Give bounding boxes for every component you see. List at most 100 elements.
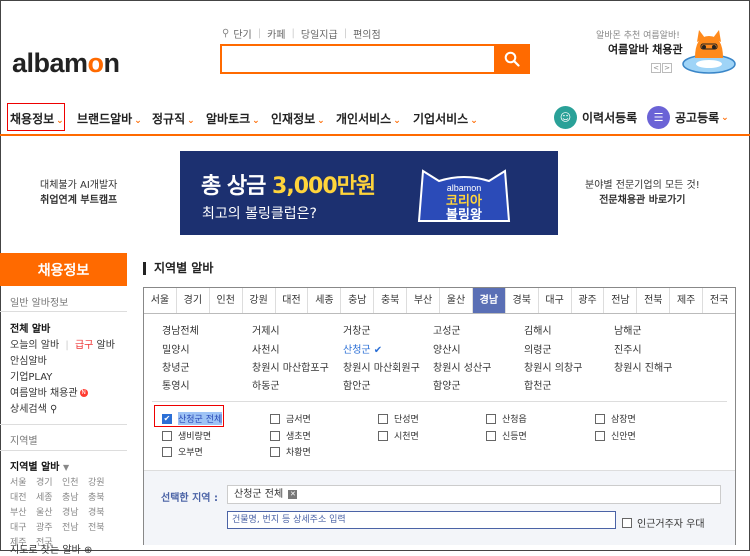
town-checkbox[interactable]: 차황면	[270, 445, 311, 458]
ad-left[interactable]: 대체불가 AI개발자 취업연계 부트캠프	[40, 178, 117, 208]
quick-link[interactable]: 카페	[267, 26, 285, 41]
job-post-button[interactable]: ☰ 공고등록 ⌄	[647, 106, 729, 129]
nav-item-business[interactable]: 기업서비스 ⌄	[413, 110, 478, 127]
town-checkbox[interactable]: 산청읍	[486, 412, 527, 425]
sidebar-link-safe[interactable]: 안심알바	[10, 352, 47, 367]
subregion-item-selected[interactable]: 산청군 ✔	[343, 341, 382, 356]
sidebar-link-play[interactable]: 기업PLAY	[10, 368, 52, 383]
sidebar-link-detail[interactable]: 상세검색 ⚲	[10, 400, 57, 415]
region-link[interactable]: 서울	[10, 475, 36, 488]
tab-region[interactable]: 부산	[407, 288, 441, 313]
town-checkbox[interactable]: 단성면	[378, 412, 419, 425]
subregion-item[interactable]: 거제시	[252, 322, 280, 337]
region-link[interactable]: 인천	[62, 475, 88, 488]
tab-region[interactable]: 제주	[670, 288, 704, 313]
town-checkbox[interactable]: 생비량면	[162, 429, 211, 442]
tab-region[interactable]: 울산	[440, 288, 473, 313]
subregion-item[interactable]: 의령군	[524, 341, 552, 356]
quick-link[interactable]: 편의점	[353, 26, 381, 41]
nav-item-talk[interactable]: 알바토크 ⌄	[206, 110, 260, 127]
tab-region[interactable]: 서울	[144, 288, 177, 313]
subregion-item[interactable]: 함안군	[343, 377, 371, 392]
region-link[interactable]: 대전	[10, 490, 36, 503]
subregion-item[interactable]: 창원시 마산회원구	[343, 359, 420, 374]
subregion-item[interactable]: 밀양시	[162, 341, 190, 356]
subregion-item[interactable]: 하동군	[252, 377, 280, 392]
town-checkbox[interactable]: 신등면	[486, 429, 527, 442]
resume-register-button[interactable]: ☺ 이력서등록	[554, 106, 637, 129]
region-link[interactable]: 충남	[62, 490, 88, 503]
nav-item-personal[interactable]: 개인서비스 ⌄	[336, 110, 401, 127]
town-checkbox[interactable]: 신안면	[595, 429, 636, 442]
region-link[interactable]: 울산	[36, 505, 62, 518]
quick-link[interactable]: 단기	[233, 26, 251, 41]
tab-region[interactable]: 전북	[637, 288, 671, 313]
town-checkbox[interactable]: 삼장면	[595, 412, 636, 425]
sidebar-header[interactable]: 채용정보	[0, 253, 127, 286]
region-link[interactable]: 전북	[88, 520, 114, 533]
region-link[interactable]: 세종	[36, 490, 62, 503]
tab-region[interactable]: 경기	[177, 288, 210, 313]
subregion-item[interactable]: 창원시 진해구	[614, 359, 672, 374]
subregion-item[interactable]: 남해군	[614, 322, 642, 337]
sidebar-link-all[interactable]: 전체 알바	[10, 320, 50, 335]
prev-arrow-icon[interactable]: <	[651, 63, 661, 73]
subregion-item[interactable]: 양산시	[433, 341, 461, 356]
region-link[interactable]: 충북	[88, 490, 114, 503]
subregion-item[interactable]: 창녕군	[162, 359, 190, 374]
subregion-item[interactable]: 함양군	[433, 377, 461, 392]
albamon-logo[interactable]: albamon	[12, 48, 120, 79]
subregion-item[interactable]: 창원시 성산구	[433, 359, 491, 374]
region-link[interactable]: 경북	[88, 505, 114, 518]
subregion-item[interactable]: 창원시 마산합포구	[252, 359, 329, 374]
near-resident-option[interactable]: 인근거주자 우대	[622, 515, 705, 530]
region-link[interactable]: 경남	[62, 505, 88, 518]
town-checkbox[interactable]: 오부면	[162, 445, 203, 458]
subregion-item[interactable]: 경남전체	[162, 322, 199, 337]
nav-item-brand[interactable]: 브랜드알바 ⌄	[77, 110, 142, 127]
tab-region[interactable]: 전남	[604, 288, 638, 313]
tab-region[interactable]: 강원	[243, 288, 276, 313]
nav-item-fulltime[interactable]: 정규직 ⌄	[152, 110, 195, 127]
tab-region[interactable]: 충북	[374, 288, 408, 313]
tab-region[interactable]: 경북	[506, 288, 539, 313]
address-input[interactable]	[227, 511, 616, 529]
tab-region-active[interactable]: 경남	[472, 288, 506, 313]
region-link[interactable]: 광주	[36, 520, 62, 533]
town-checkbox[interactable]: 금서면	[270, 412, 311, 425]
region-link[interactable]: 부산	[10, 505, 36, 518]
region-link[interactable]: 경기	[36, 475, 62, 488]
tab-region[interactable]: 충남	[341, 288, 375, 313]
region-link[interactable]: 강원	[88, 475, 114, 488]
promo-title[interactable]: 여름알바 채용관	[608, 41, 683, 57]
sidebar-link-region[interactable]: 지역별 알바 ▼	[10, 458, 69, 473]
subregion-item[interactable]: 창원시 의창구	[524, 359, 582, 374]
ad-right[interactable]: 분야별 전문기업의 모든 것! 전문채용관 바로가기	[585, 178, 700, 208]
tab-region[interactable]: 세종	[308, 288, 342, 313]
subregion-item[interactable]: 진주시	[614, 341, 642, 356]
mascot-float-image[interactable]	[681, 28, 737, 74]
tab-region[interactable]: 대전	[276, 288, 309, 313]
remove-icon[interactable]: ✕	[288, 489, 298, 499]
tab-region[interactable]: 대구	[539, 288, 572, 313]
next-arrow-icon[interactable]: >	[662, 63, 672, 73]
town-checkbox[interactable]: 시천면	[378, 429, 419, 442]
subregion-item[interactable]: 고성군	[433, 322, 461, 337]
tab-region[interactable]: 인천	[210, 288, 243, 313]
subregion-item[interactable]: 거창군	[343, 322, 371, 337]
search-button[interactable]	[494, 44, 530, 74]
subregion-item[interactable]: 통영시	[162, 377, 190, 392]
subregion-item[interactable]: 김해시	[524, 322, 552, 337]
nav-item-talent[interactable]: 인재정보 ⌄	[271, 110, 325, 127]
tab-region[interactable]: 광주	[572, 288, 605, 313]
sidebar-link-summer[interactable]: 여름알바 채용관 N	[10, 384, 88, 399]
town-checkbox[interactable]: 생초면	[270, 429, 311, 442]
search-input[interactable]	[222, 46, 492, 72]
urgent-link[interactable]: 급구	[75, 340, 93, 351]
tab-region[interactable]: 전국	[703, 288, 735, 313]
region-link[interactable]: 전남	[62, 520, 88, 533]
quick-link[interactable]: 당일지급	[301, 26, 338, 41]
sidebar-link-map[interactable]: 지도로 찾는 알바 ⊕	[10, 541, 92, 556]
event-banner[interactable]: 총 상금 3,000만원 최고의 볼링클럽은? albamon 코리아 볼링왕	[180, 151, 558, 235]
subregion-item[interactable]: 합천군	[524, 377, 552, 392]
